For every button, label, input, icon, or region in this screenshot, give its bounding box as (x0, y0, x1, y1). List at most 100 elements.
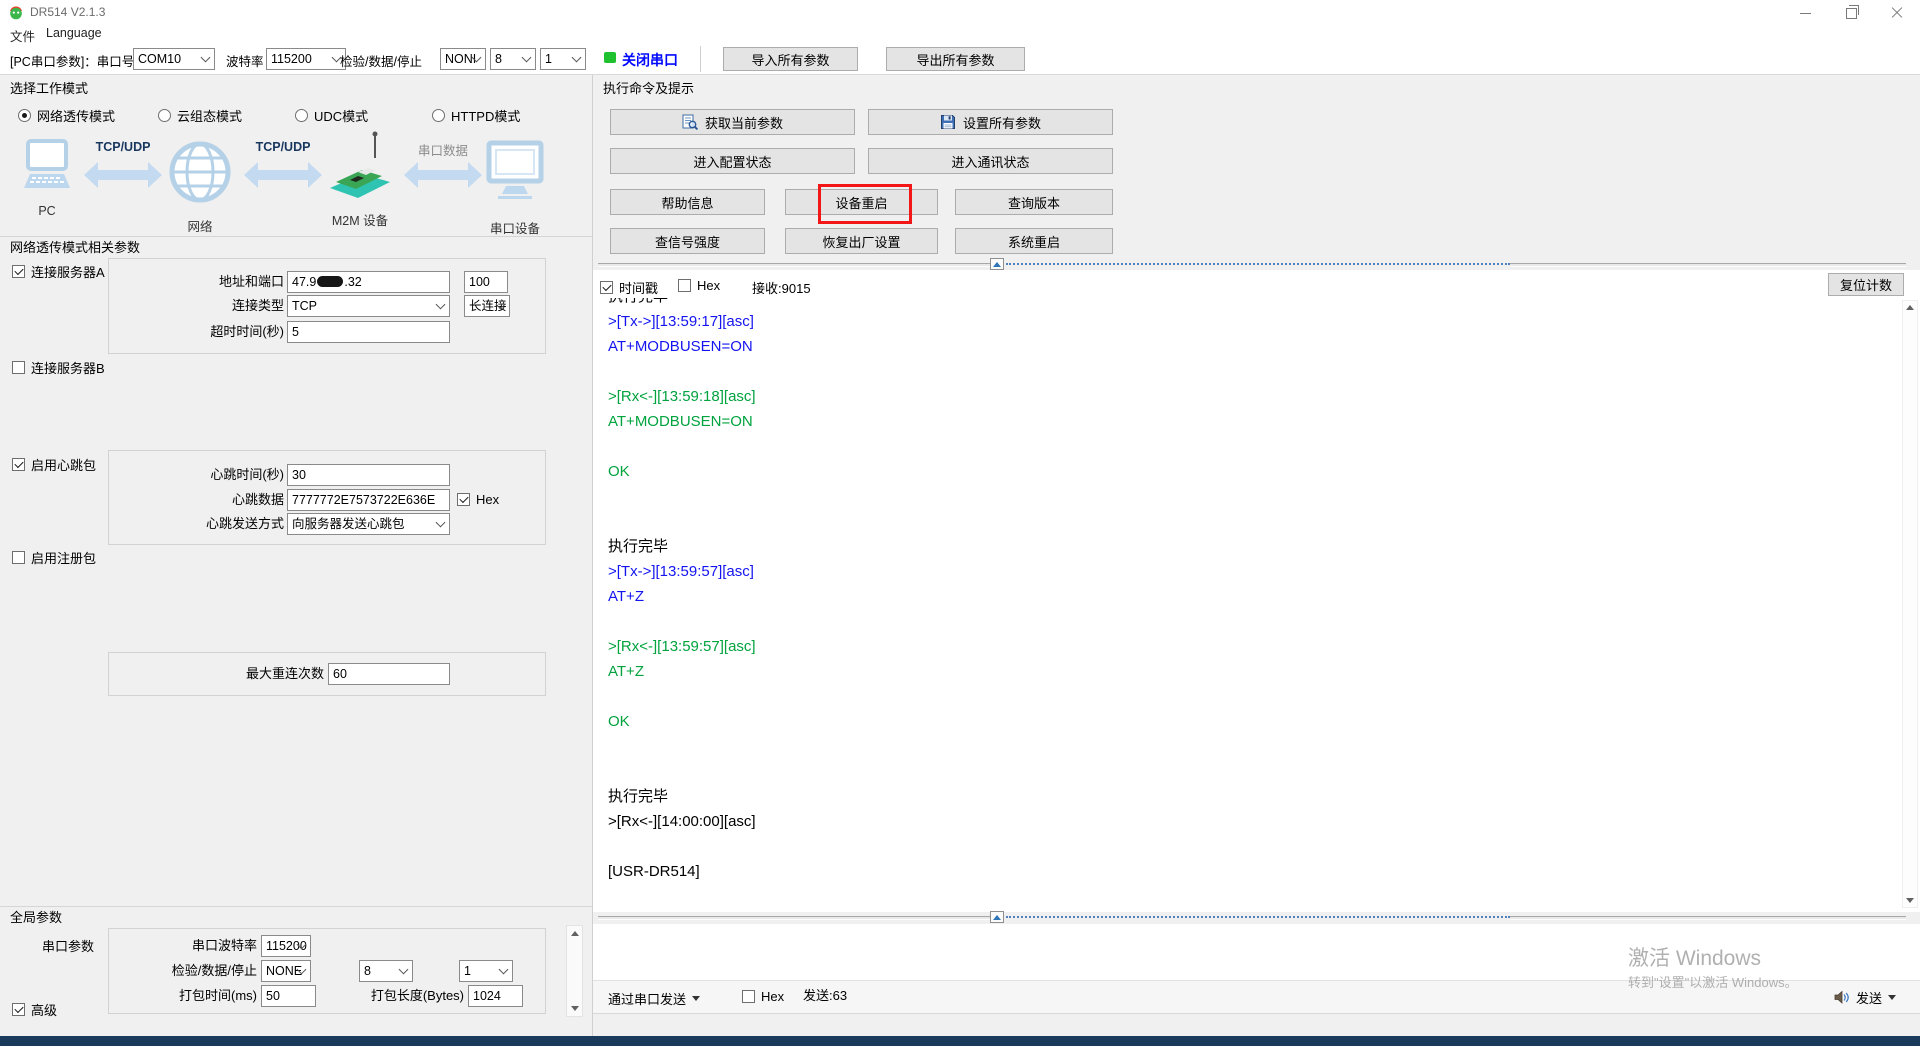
checkbox-label: 连接服务器B (31, 358, 105, 377)
log-line (608, 484, 1888, 509)
radio-httpd-mode[interactable]: HTTPD模式 (432, 106, 520, 125)
chevron-down-icon (692, 996, 700, 1001)
send-via-serial-dropdown[interactable]: 通过串口发送 (608, 989, 700, 1008)
radio-udc-mode[interactable]: UDC模式 (295, 106, 368, 125)
hb-mode-value: 向服务器发送心跳包 (292, 517, 405, 531)
log-bottom-slider-dots (1006, 916, 1510, 918)
reconnect-label: 最大重连次数 (109, 663, 324, 685)
log-line (608, 609, 1888, 634)
log-top-slider-track[interactable] (598, 263, 990, 267)
scroll-down-icon[interactable] (1903, 898, 1917, 903)
recv-counter: 接收:9015 (752, 278, 811, 300)
hb-data-label: 心跳数据 (109, 489, 284, 511)
radio-net-transparent-mode[interactable]: 网络透传模式 (18, 106, 115, 125)
log-hex-checkbox[interactable]: Hex (678, 278, 720, 293)
network-globe-icon (168, 140, 232, 204)
enter-config-button[interactable]: 进入配置状态 (610, 148, 855, 174)
baud-select[interactable]: 115200 (266, 48, 346, 70)
query-signal-button[interactable]: 查信号强度 (610, 228, 765, 254)
timestamp-checkbox[interactable]: 时间戳 (600, 278, 658, 297)
scroll-up-icon[interactable] (567, 931, 582, 936)
gp-parity-select[interactable]: NONE (261, 960, 311, 982)
reset-count-button[interactable]: 复位计数 (1828, 273, 1904, 296)
redaction-scribble (317, 276, 343, 287)
get-params-button[interactable]: 获取当前参数 (610, 109, 855, 135)
send-button[interactable]: 发送 (1834, 988, 1896, 1007)
pack-len-input[interactable]: 1024 (468, 985, 523, 1007)
heartbeat-checkbox[interactable]: 启用心跳包 (12, 455, 96, 474)
server-a-address-input[interactable]: 47.9.32 (287, 271, 450, 293)
close-port-button[interactable]: 关闭串口 (622, 50, 678, 70)
conn-type-select[interactable]: TCP (287, 295, 450, 317)
gp-baud-select[interactable]: 115200 (261, 935, 311, 957)
window-title: DR514 V2.1.3 (30, 5, 105, 19)
conn-type-label: 连接类型 (109, 295, 284, 317)
close-button[interactable] (1874, 0, 1920, 26)
send-hex-checkbox[interactable]: Hex (742, 989, 784, 1004)
server-a-port-input[interactable]: 100 (464, 271, 508, 293)
timeout-input[interactable]: 5 (287, 321, 450, 343)
send-button-label: 发送 (1856, 988, 1882, 1007)
scroll-down-icon[interactable] (567, 1006, 582, 1011)
hb-time-label: 心跳时间(秒) (109, 464, 284, 486)
advanced-checkbox[interactable]: 高级 (12, 1000, 57, 1019)
set-params-button[interactable]: 设置所有参数 (868, 109, 1113, 135)
log-line (608, 359, 1888, 384)
menu-language[interactable]: Language (46, 26, 102, 40)
enter-comm-button[interactable]: 进入通讯状态 (868, 148, 1113, 174)
conn-type-value: TCP (292, 299, 317, 313)
system-restart-button[interactable]: 系统重启 (955, 228, 1113, 254)
hb-hex-checkbox[interactable]: Hex (457, 492, 499, 507)
gp-parity-label: 检验/数据/停止 (109, 960, 257, 982)
hb-time-input[interactable]: 30 (287, 464, 450, 486)
gp-databits-select[interactable]: 8 (359, 960, 413, 982)
log-bottom-slider-track[interactable] (1510, 916, 1906, 920)
databits-select[interactable]: 8 (490, 48, 536, 70)
import-params-button[interactable]: 导入所有参数 (723, 47, 858, 71)
scroll-up-icon[interactable] (1903, 305, 1917, 310)
log-scrollbar[interactable] (1902, 300, 1918, 908)
restore-button[interactable] (1828, 0, 1874, 26)
slider-arrow-icon (993, 262, 1001, 267)
checkbox-label: Hex (697, 278, 720, 293)
parity-select[interactable]: NONI (440, 48, 486, 70)
query-version-button[interactable]: 查询版本 (955, 189, 1113, 215)
log-top-slider-track[interactable] (1510, 263, 1906, 267)
pack-time-input[interactable]: 50 (261, 985, 316, 1007)
log-line: AT+Z (608, 584, 1888, 609)
log-line: OK (608, 459, 1888, 484)
checkbox-icon (600, 281, 613, 294)
toolbar-divider (700, 46, 701, 72)
conn-keep-select[interactable]: 长连接 (464, 295, 510, 317)
log-bottom-slider-track[interactable] (598, 916, 990, 920)
log-line (608, 509, 1888, 534)
server-b-checkbox[interactable]: 连接服务器B (12, 358, 105, 377)
radio-dot (22, 113, 27, 118)
log-body: 执行完毕>[Tx->][13:59:17][asc]AT+MODBUSEN=ON… (608, 298, 1888, 884)
log-bottom-slider-thumb[interactable] (990, 911, 1004, 923)
log-line: AT+MODBUSEN=ON (608, 409, 1888, 434)
register-checkbox[interactable]: 启用注册包 (12, 548, 96, 567)
stopbits-select[interactable]: 1 (540, 48, 586, 70)
gp-stopbits-select[interactable]: 1 (459, 960, 513, 982)
parity-value: NONI (445, 52, 476, 66)
minimize-button[interactable] (1782, 0, 1828, 26)
reconnect-input[interactable]: 60 (328, 663, 450, 685)
server-a-checkbox[interactable]: 连接服务器A (12, 262, 105, 281)
network-node-label: 网络 (168, 216, 232, 235)
export-params-button[interactable]: 导出所有参数 (886, 47, 1025, 71)
radio-cloud-mode[interactable]: 云组态模式 (158, 106, 242, 125)
menu-file[interactable]: 文件 (10, 26, 35, 45)
chevron-down-icon (1888, 995, 1896, 1000)
factory-reset-button[interactable]: 恢复出厂设置 (785, 228, 938, 254)
chevron-down-icon (572, 53, 582, 63)
com-port-select[interactable]: COM10 (133, 48, 215, 70)
global-params-scrollbar[interactable] (566, 925, 583, 1017)
hb-mode-select[interactable]: 向服务器发送心跳包 (287, 513, 450, 535)
document-search-icon (682, 114, 698, 130)
hb-data-input[interactable]: 7777772E7573722E636E (287, 489, 450, 511)
timeout-label: 超时时间(秒) (109, 321, 284, 343)
log-line: >[Tx->][13:59:17][asc] (608, 309, 1888, 334)
log-top-slider-thumb[interactable] (990, 258, 1004, 270)
help-info-button[interactable]: 帮助信息 (610, 189, 765, 215)
